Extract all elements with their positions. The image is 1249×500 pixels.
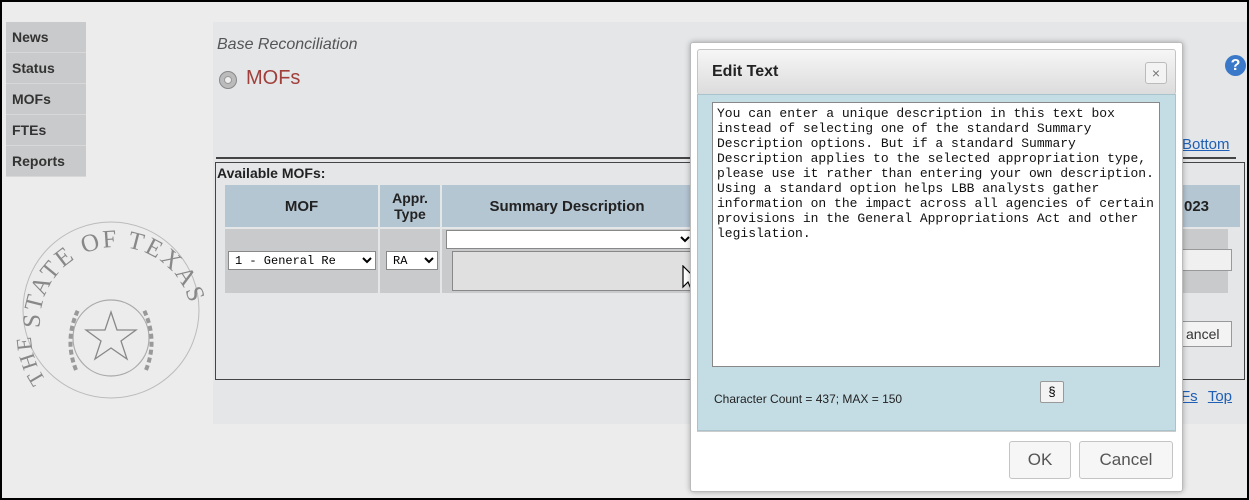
ok-button[interactable]: OK <box>1009 441 1071 479</box>
breadcrumb: Base Reconciliation <box>217 36 358 53</box>
dialog-divider <box>697 431 1176 432</box>
section-symbol-button[interactable]: § <box>1040 381 1064 403</box>
summary-description-select[interactable] <box>446 230 694 249</box>
left-nav: News Status MOFs FTEs Reports <box>6 22 86 177</box>
character-count: Character Count = 437; MAX = 150 <box>714 392 903 406</box>
summary-description-textbox[interactable] <box>452 251 694 291</box>
dialog-title: Edit Text <box>712 63 779 80</box>
mof-select[interactable]: 1 - General Re <box>228 251 376 270</box>
dialog-body: You can enter a unique description in th… <box>697 94 1176 431</box>
nav-item-mofs[interactable]: MOFs <box>6 84 86 115</box>
svg-text:STATE OF TEXAS: STATE OF TEXAS <box>19 226 206 329</box>
nav-item-reports[interactable]: Reports <box>6 146 86 177</box>
column-header-mof: MOF <box>225 185 378 227</box>
footer-links: Fs Top <box>1181 388 1232 405</box>
cancel-button[interactable]: Cancel <box>1079 441 1173 479</box>
edit-text-dialog: Edit Text × You can enter a unique descr… <box>690 42 1183 492</box>
cancel-row-button[interactable]: ancel <box>1182 321 1232 347</box>
dialog-header: Edit Text × <box>697 49 1176 95</box>
nav-item-news[interactable]: News <box>6 22 86 53</box>
bottom-link[interactable]: Bottom <box>1182 136 1230 153</box>
help-icon[interactable]: ? <box>1225 55 1246 76</box>
nav-item-status[interactable]: Status <box>6 53 86 84</box>
description-textarea[interactable]: You can enter a unique description in th… <box>712 102 1160 367</box>
mofs-link[interactable]: Fs <box>1181 388 1198 405</box>
appr-type-select[interactable]: RA <box>386 251 438 270</box>
close-icon[interactable]: × <box>1145 62 1167 84</box>
year-amount-field[interactable] <box>1182 249 1232 271</box>
state-seal-logo: STATE OF TEXAS THE <box>16 221 206 399</box>
nav-item-ftes[interactable]: FTEs <box>6 115 86 146</box>
page-title: MOFs <box>246 67 301 89</box>
svg-text:THE: THE <box>16 334 50 391</box>
column-header-year: 023 <box>1178 185 1240 227</box>
seal-top-text: STATE OF TEXAS <box>19 226 206 329</box>
application-window: News Status MOFs FTEs Reports STATE OF T… <box>0 0 1249 500</box>
gear-icon[interactable] <box>219 71 237 89</box>
top-link[interactable]: Top <box>1208 388 1232 405</box>
column-header-appr-type: Appr. Type <box>380 185 440 227</box>
seal-left-text: THE <box>16 334 48 391</box>
column-header-summary-description: Summary Description <box>442 185 692 227</box>
table-caption: Available MOFs: <box>217 165 326 181</box>
